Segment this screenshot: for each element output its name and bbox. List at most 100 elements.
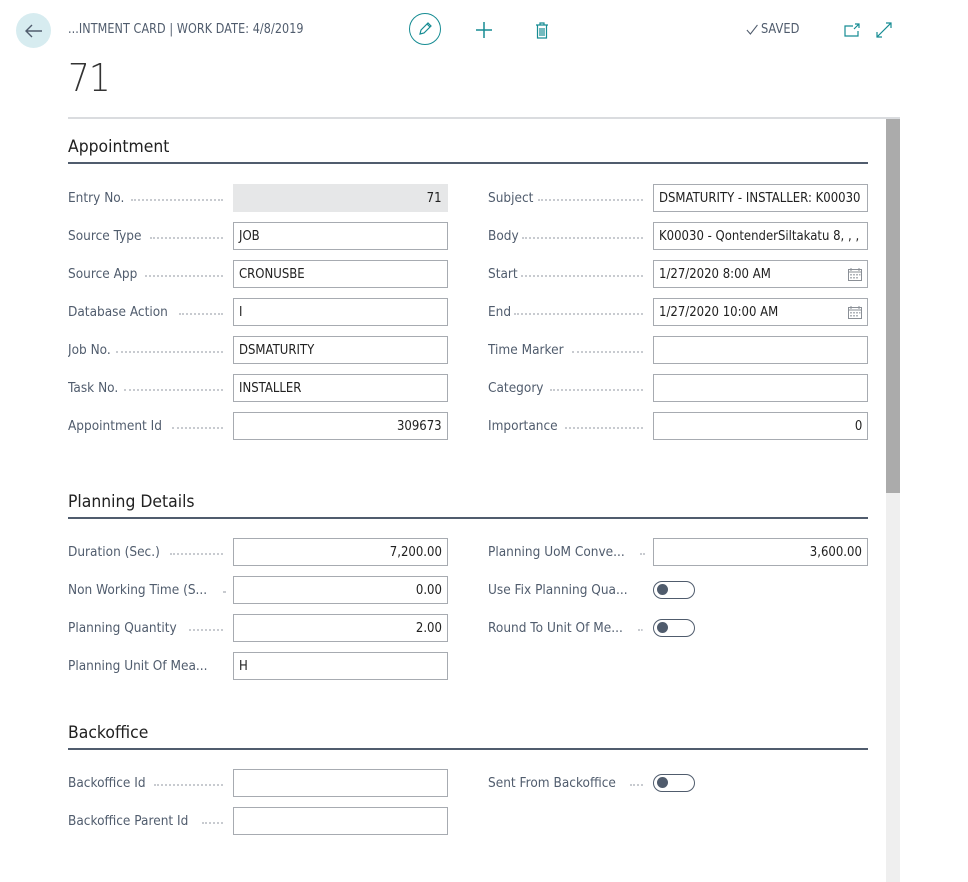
appointment-id-value: 309673 (397, 418, 442, 434)
field-entry-no: Entry No. 71 (68, 184, 448, 212)
importance-input[interactable]: 0 (653, 412, 868, 440)
field-source-app: Source App CRONUSBE (68, 260, 448, 288)
duration-sec-label: Duration (Sec.) (68, 544, 233, 560)
field-planning-unit-of-mea: Planning Unit Of Mea... H (68, 652, 448, 680)
expand-icon (876, 22, 892, 38)
planning-unit-of-mea-label: Planning Unit Of Mea... (68, 658, 208, 674)
job-no-input[interactable]: DSMATURITY (233, 336, 448, 364)
planning-quantity-input[interactable]: 2.00 (233, 614, 448, 642)
source-app-label: Source App (68, 266, 233, 282)
field-planning-uom-conve: Planning UoM Conve... 3,600.00 (488, 538, 868, 566)
database-action-input[interactable]: I (233, 298, 448, 326)
subject-label: Subject (488, 190, 653, 206)
vertical-scrollbar[interactable] (886, 119, 900, 882)
planning-quantity-label: Planning Quantity (68, 620, 233, 636)
label-leader-dots (639, 553, 643, 555)
section-backoffice: Backoffice (68, 723, 868, 750)
calendar-icon[interactable] (848, 267, 862, 281)
label-leader-dots (123, 389, 223, 391)
field-round-to-unit-of-me: Round To Unit Of Me... (488, 614, 695, 642)
source-type-value: JOB (239, 228, 260, 244)
non-working-time-s-input[interactable]: 0.00 (233, 576, 448, 604)
section-title-backoffice[interactable]: Backoffice (68, 723, 868, 750)
saved-label: SAVED (760, 22, 800, 37)
appointment-id-input[interactable]: 309673 (233, 412, 448, 440)
subject-value: DSMATURITY - INSTALLER: K00030 (659, 190, 861, 206)
backoffice-parent-id-input[interactable] (233, 807, 448, 835)
label-leader-dots (145, 275, 223, 277)
edit-button[interactable] (409, 13, 441, 45)
database-action-label: Database Action (68, 304, 233, 320)
sent-from-backoffice-toggle[interactable] (653, 774, 695, 792)
field-use-fix-planning-qua: Use Fix Planning Qua... (488, 576, 695, 604)
field-backoffice-id: Backoffice Id (68, 769, 448, 797)
job-no-value: DSMATURITY (239, 342, 315, 358)
appointment-id-label: Appointment Id (68, 418, 233, 434)
section-title-planning-details[interactable]: Planning Details (68, 492, 868, 519)
body-value: K00030 - QontenderSiltakatu 8, , , (659, 228, 860, 244)
field-job-no: Job No. DSMATURITY (68, 336, 448, 364)
planning-uom-conve-label: Planning UoM Conve... (488, 544, 653, 560)
planning-unit-of-mea-input[interactable]: H (233, 652, 448, 680)
round-to-unit-of-me-toggle[interactable] (653, 619, 695, 637)
category-label: Category (488, 380, 653, 396)
section-title-appointment[interactable]: Appointment (68, 137, 868, 164)
new-button[interactable] (472, 18, 496, 42)
source-type-label: Source Type (68, 228, 233, 244)
backoffice-parent-id-label: Backoffice Parent Id (68, 813, 233, 829)
checkmark-icon (746, 24, 758, 35)
importance-value: 0 (854, 418, 862, 434)
task-no-value: INSTALLER (239, 380, 302, 396)
field-body: Body K00030 - QontenderSiltakatu 8, , , (488, 222, 868, 250)
section-planning-details: Planning Details (68, 492, 868, 519)
label-leader-dots (170, 553, 223, 555)
task-no-input[interactable]: INSTALLER (233, 374, 448, 402)
toggle-knob (657, 777, 668, 788)
field-database-action: Database Action I (68, 298, 448, 326)
subject-input[interactable]: DSMATURITY - INSTALLER: K00030 (653, 184, 868, 212)
label-leader-dots (565, 427, 643, 429)
label-leader-dots (130, 199, 223, 201)
delete-button[interactable] (531, 18, 553, 42)
sent-from-backoffice-label: Sent From Backoffice (488, 775, 653, 791)
planning-unit-of-mea-value: H (239, 658, 248, 674)
plus-icon (476, 22, 492, 38)
duration-sec-input[interactable]: 7,200.00 (233, 538, 448, 566)
field-non-working-time-s: Non Working Time (S... 0.00 (68, 576, 448, 604)
expand-button[interactable] (874, 20, 894, 40)
entry-no-label: Entry No. (68, 190, 233, 206)
popout-button[interactable] (842, 20, 862, 40)
body-input[interactable]: K00030 - QontenderSiltakatu 8, , , (653, 222, 868, 250)
label-leader-dots (549, 389, 643, 391)
label-leader-dots (179, 313, 223, 315)
backoffice-id-input[interactable] (233, 769, 448, 797)
calendar-icon[interactable] (848, 305, 862, 319)
round-to-unit-of-me-label: Round To Unit Of Me... (488, 620, 653, 636)
backoffice-id-label: Backoffice Id (68, 775, 233, 791)
scrollbar-thumb[interactable] (886, 119, 900, 493)
toggle-knob (657, 622, 668, 633)
source-type-input[interactable]: JOB (233, 222, 448, 250)
field-sent-from-backoffice: Sent From Backoffice (488, 769, 695, 797)
field-category: Category (488, 374, 868, 402)
use-fix-planning-qua-toggle[interactable] (653, 581, 695, 599)
start-value: 1/27/2020 8:00 AM (659, 266, 771, 282)
planning-quantity-value: 2.00 (415, 620, 442, 636)
label-leader-dots (188, 629, 223, 631)
breadcrumb: ...INTMENT CARD | WORK DATE: 4/8/2019 (68, 22, 304, 37)
start-label: Start (488, 266, 653, 282)
time-marker-input[interactable] (653, 336, 868, 364)
field-planning-quantity: Planning Quantity 2.00 (68, 614, 448, 642)
back-button[interactable] (16, 13, 51, 48)
label-leader-dots (513, 313, 643, 315)
end-value: 1/27/2020 10:00 AM (659, 304, 779, 320)
toggle-knob (657, 584, 668, 595)
end-input[interactable]: 1/27/2020 10:00 AM (653, 298, 868, 326)
source-app-input[interactable]: CRONUSBE (233, 260, 448, 288)
planning-uom-conve-input[interactable]: 3,600.00 (653, 538, 868, 566)
database-action-value: I (239, 304, 243, 320)
category-input[interactable] (653, 374, 868, 402)
start-input[interactable]: 1/27/2020 8:00 AM (653, 260, 868, 288)
entry-no-value: 71 (427, 190, 442, 206)
open-new-window-icon (844, 23, 860, 37)
